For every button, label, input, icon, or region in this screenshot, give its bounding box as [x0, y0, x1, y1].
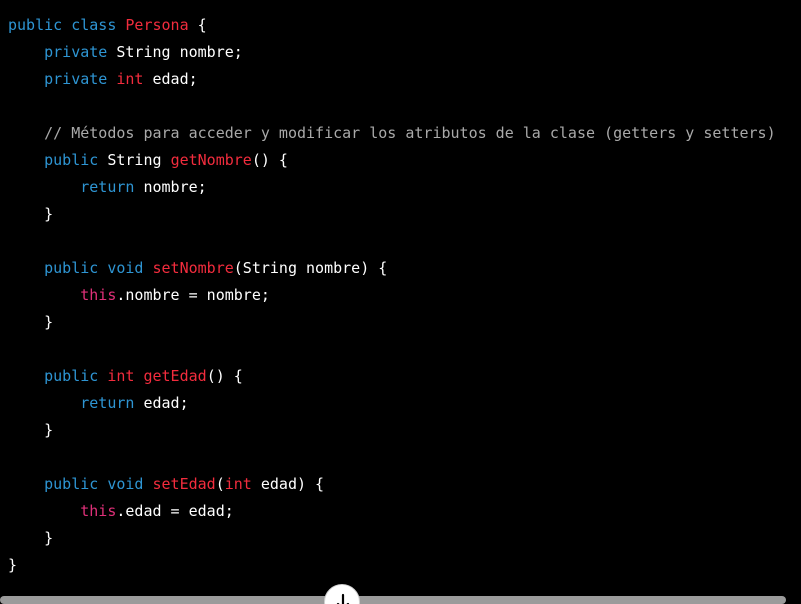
code-text: {: [188, 16, 207, 34]
code-keyword: private: [44, 43, 108, 61]
code-line: // Métodos para acceder y modificar los …: [8, 120, 776, 147]
code-keyword: public: [44, 259, 99, 277]
code-line: public String getNombre() {: [8, 147, 776, 174]
code-this-keyword: this: [80, 502, 117, 520]
code-line: public int getEdad() {: [8, 363, 776, 390]
code-identifier: setEdad: [152, 475, 216, 493]
scroll-to-bottom-button[interactable]: [324, 584, 360, 604]
code-text: }: [8, 313, 54, 331]
code-identifier: Persona: [125, 16, 189, 34]
code-text: edad;: [134, 394, 189, 412]
code-keyword: private: [44, 70, 108, 88]
code-viewport[interactable]: public class Persona { private String no…: [0, 0, 801, 604]
code-line: ​: [8, 444, 776, 471]
code-text: nombre;: [134, 178, 207, 196]
code-line: }: [8, 417, 776, 444]
code-line: ​: [8, 228, 776, 255]
code-line: }: [8, 552, 776, 579]
code-keyword: public: [44, 367, 99, 385]
code-keyword: class: [71, 16, 117, 34]
code-line: public void setEdad(int edad) {: [8, 471, 776, 498]
code-keyword: public: [44, 151, 99, 169]
code-line: }: [8, 201, 776, 228]
code-identifier: int: [224, 475, 252, 493]
code-line: return edad;: [8, 390, 776, 417]
code-keyword: public: [8, 16, 63, 34]
code-line: }: [8, 309, 776, 336]
code-text: String: [98, 151, 171, 169]
code-text: .nombre = nombre;: [116, 286, 270, 304]
code-identifier: getNombre: [170, 151, 252, 169]
code-keyword: void: [107, 259, 144, 277]
code-text: }: [8, 529, 54, 547]
code-text: }: [8, 421, 54, 439]
code-this-keyword: this: [80, 286, 117, 304]
code-text: }: [8, 205, 54, 223]
code-line: private String nombre;: [8, 39, 776, 66]
code-line: return nombre;: [8, 174, 776, 201]
code-identifier: getEdad: [143, 367, 207, 385]
code-text: .edad = edad;: [116, 502, 234, 520]
code-keyword: public: [44, 475, 99, 493]
code-block: public class Persona { private String no…: [8, 12, 776, 579]
code-text: edad;: [143, 70, 198, 88]
code-text: String nombre;: [107, 43, 243, 61]
code-keyword: return: [80, 178, 135, 196]
code-text: (String nombre) {: [233, 259, 388, 277]
code-text: (: [215, 475, 225, 493]
code-line: ​: [8, 336, 776, 363]
code-identifier: int: [107, 367, 135, 385]
arrow-down-icon: [336, 593, 350, 604]
code-line: public void setNombre(String nombre) {: [8, 255, 776, 282]
code-text: edad) {: [251, 475, 325, 493]
code-line: }: [8, 525, 776, 552]
code-line: this.nombre = nombre;: [8, 282, 776, 309]
code-line: public class Persona {: [8, 12, 776, 39]
code-text: () {: [251, 151, 288, 169]
code-identifier: int: [116, 70, 144, 88]
code-keyword: return: [80, 394, 135, 412]
code-keyword: void: [107, 475, 144, 493]
code-line: this.edad = edad;: [8, 498, 776, 525]
code-text: () {: [206, 367, 243, 385]
code-identifier: setNombre: [152, 259, 234, 277]
code-line: private int edad;: [8, 66, 776, 93]
code-comment: // Métodos para acceder y modificar los …: [44, 124, 776, 142]
code-line: ​: [8, 93, 776, 120]
code-text: }: [8, 556, 18, 574]
horizontal-scrollbar[interactable]: [0, 596, 786, 604]
